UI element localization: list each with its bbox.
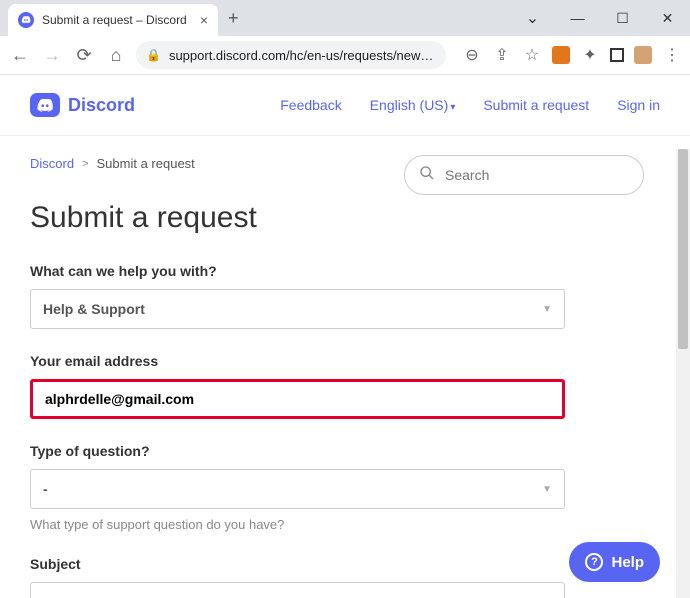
subject-label: Subject bbox=[30, 556, 660, 572]
main-content: Discord > Submit a request Submit a requ… bbox=[0, 136, 690, 598]
help-with-label: What can we help you with? bbox=[30, 263, 660, 279]
chevron-down-icon: ▼ bbox=[542, 484, 552, 495]
minimize-button[interactable]: — bbox=[555, 3, 600, 33]
email-value: alphrdelle@gmail.com bbox=[45, 391, 194, 407]
search-icon bbox=[419, 165, 435, 186]
question-type-select[interactable]: - ▼ bbox=[30, 469, 565, 509]
lock-icon: 🔒 bbox=[146, 48, 161, 62]
language-label: English (US) bbox=[370, 97, 449, 113]
chevron-down-icon: ▾ bbox=[450, 102, 455, 113]
question-type-hint: What type of support question do you hav… bbox=[30, 517, 660, 532]
home-button[interactable]: ⌂ bbox=[104, 41, 128, 69]
question-type-value: - bbox=[43, 481, 48, 497]
subject-field[interactable] bbox=[30, 582, 565, 598]
search-box[interactable] bbox=[404, 155, 644, 195]
feedback-link[interactable]: Feedback bbox=[280, 97, 341, 113]
browser-toolbar: ← → ⟳ ⌂ 🔒 support.discord.com/hc/en-us/r… bbox=[0, 36, 690, 74]
sidepanel-icon[interactable] bbox=[610, 48, 624, 62]
reload-button[interactable]: ⟳ bbox=[72, 41, 96, 69]
forward-button: → bbox=[40, 41, 64, 69]
window-dropdown-icon[interactable]: ⌄ bbox=[510, 3, 555, 33]
metamask-extension-icon[interactable] bbox=[552, 46, 570, 64]
help-with-group: What can we help you with? Help & Suppor… bbox=[30, 263, 660, 329]
submit-request-link[interactable]: Submit a request bbox=[483, 97, 589, 113]
scrollbar-thumb[interactable] bbox=[678, 149, 688, 349]
vertical-scrollbar[interactable] bbox=[676, 149, 690, 598]
bookmark-icon[interactable]: ☆ bbox=[522, 45, 542, 65]
share-icon[interactable]: ⇪ bbox=[492, 45, 512, 65]
page-viewport: Discord Feedback English (US)▾ Submit a … bbox=[0, 75, 690, 598]
site-header: Discord Feedback English (US)▾ Submit a … bbox=[0, 75, 690, 136]
question-type-label: Type of question? bbox=[30, 443, 660, 459]
breadcrumb-current: Submit a request bbox=[97, 156, 195, 171]
email-field[interactable]: alphrdelle@gmail.com bbox=[30, 379, 565, 419]
question-type-group: Type of question? - ▼ What type of suppo… bbox=[30, 443, 660, 532]
titlebar: Submit a request – Discord × + ⌄ — ☐ ✕ bbox=[0, 0, 690, 36]
help-with-select[interactable]: Help & Support ▼ bbox=[30, 289, 565, 329]
help-icon: ? bbox=[585, 553, 603, 571]
new-tab-button[interactable]: + bbox=[228, 8, 239, 29]
discord-favicon bbox=[18, 12, 34, 28]
toolbar-icons: ⊖ ⇪ ☆ ✦ ⋮ bbox=[462, 45, 682, 65]
email-label: Your email address bbox=[30, 353, 660, 369]
chevron-down-icon: ▼ bbox=[542, 304, 552, 315]
signin-link[interactable]: Sign in bbox=[617, 97, 660, 113]
header-nav: Feedback English (US)▾ Submit a request … bbox=[280, 97, 660, 113]
language-selector[interactable]: English (US)▾ bbox=[370, 97, 456, 113]
browser-tab[interactable]: Submit a request – Discord × bbox=[8, 4, 218, 36]
email-group: Your email address alphrdelle@gmail.com bbox=[30, 353, 660, 419]
help-with-value: Help & Support bbox=[43, 301, 145, 317]
zoom-icon[interactable]: ⊖ bbox=[462, 45, 482, 65]
breadcrumb-home[interactable]: Discord bbox=[30, 156, 74, 171]
url-text: support.discord.com/hc/en-us/requests/ne… bbox=[169, 48, 436, 63]
close-window-button[interactable]: ✕ bbox=[645, 3, 690, 33]
logo-text: Discord bbox=[68, 95, 135, 116]
back-button[interactable]: ← bbox=[8, 41, 32, 69]
tab-title: Submit a request – Discord bbox=[42, 13, 192, 27]
search-container bbox=[404, 155, 644, 195]
subject-group: Subject bbox=[30, 556, 660, 598]
discord-logo[interactable]: Discord bbox=[30, 93, 135, 117]
window-controls: ⌄ — ☐ ✕ bbox=[510, 3, 690, 33]
search-input[interactable] bbox=[445, 167, 629, 183]
discord-logo-icon bbox=[30, 93, 60, 117]
tab-close-icon[interactable]: × bbox=[200, 12, 208, 28]
page-title: Submit a request bbox=[30, 201, 660, 235]
menu-icon[interactable]: ⋮ bbox=[662, 45, 682, 65]
profile-icon[interactable] bbox=[634, 46, 652, 64]
maximize-button[interactable]: ☐ bbox=[600, 3, 645, 33]
help-button[interactable]: ? Help bbox=[569, 542, 660, 582]
page-content: Discord Feedback English (US)▾ Submit a … bbox=[0, 75, 690, 598]
extensions-icon[interactable]: ✦ bbox=[580, 45, 600, 65]
browser-chrome: Submit a request – Discord × + ⌄ — ☐ ✕ ←… bbox=[0, 0, 690, 75]
breadcrumb-separator-icon: > bbox=[82, 158, 88, 170]
address-bar[interactable]: 🔒 support.discord.com/hc/en-us/requests/… bbox=[136, 41, 446, 69]
help-button-label: Help bbox=[611, 554, 644, 571]
